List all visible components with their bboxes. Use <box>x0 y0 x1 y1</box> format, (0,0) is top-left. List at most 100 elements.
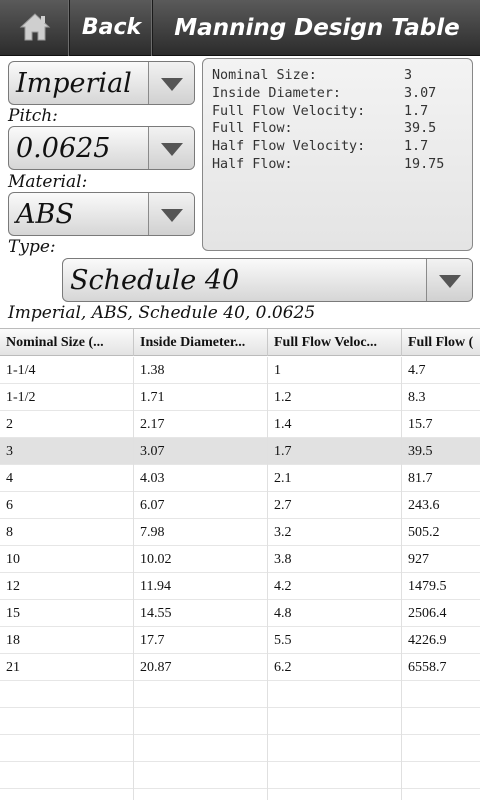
table-cell <box>134 681 268 708</box>
info-value: 3.07 <box>404 85 437 101</box>
info-row: Half Flow: 19.75 <box>212 156 463 174</box>
table-row[interactable]: 2 2.17 1.4 15.7 <box>0 411 480 438</box>
table-row[interactable]: 21 20.87 6.2 6558.7 <box>0 654 480 681</box>
table-cell <box>0 681 134 708</box>
table-cell: 4.7 <box>402 357 480 384</box>
table-cell: 505.2 <box>402 519 480 546</box>
table-cell: 1-1/2 <box>0 384 134 411</box>
table-cell: 12 <box>0 573 134 600</box>
table-cell: 1.2 <box>268 384 402 411</box>
table-cell: 17.7 <box>134 627 268 654</box>
table-row[interactable]: 3 3.07 1.7 39.5 <box>0 438 480 465</box>
type-label: Type: <box>8 237 56 257</box>
info-key: Half Flow Velocity: <box>212 139 366 155</box>
table-cell <box>402 735 480 762</box>
table-cell <box>134 735 268 762</box>
table-cell <box>0 762 134 789</box>
info-row: Full Flow Velocity: 1.7 <box>212 103 463 121</box>
table-cell: 5.5 <box>268 627 402 654</box>
table-cell: 2.7 <box>268 492 402 519</box>
table-cell: 6 <box>0 492 134 519</box>
info-row: Inside Diameter: 3.07 <box>212 85 463 103</box>
home-button[interactable] <box>0 0 70 56</box>
table-cell: 11.94 <box>134 573 268 600</box>
selection-summary: Imperial, ABS, Schedule 40, 0.0625 <box>8 303 316 323</box>
info-value: 1.7 <box>404 139 429 155</box>
table-cell: 2.17 <box>134 411 268 438</box>
pitch-value: 0.0625 <box>16 133 111 164</box>
info-value: 19.75 <box>404 156 445 172</box>
dropdown-arrow-icon <box>148 62 194 104</box>
table-row[interactable]: 6 6.07 2.7 243.6 <box>0 492 480 519</box>
data-table[interactable]: Nominal Size (... Inside Diameter... Ful… <box>0 328 480 800</box>
details-panel: Nominal Size: 3 Inside Diameter: 3.07 Full… <box>202 58 473 251</box>
table-cell: 4.8 <box>268 600 402 627</box>
table-cell: 2506.4 <box>402 600 480 627</box>
table-cell: 39.5 <box>402 438 480 465</box>
table-cell: 3.8 <box>268 546 402 573</box>
column-header[interactable]: Inside Diameter... <box>134 329 268 356</box>
pitch-label: Pitch: <box>8 106 58 126</box>
table-cell <box>402 708 480 735</box>
empty-row <box>0 789 480 800</box>
table-cell: 927 <box>402 546 480 573</box>
table-cell <box>402 681 480 708</box>
info-key: Inside Diameter: <box>212 85 341 101</box>
info-value: 1.7 <box>404 103 429 119</box>
page-title: Manning Design Table <box>174 15 460 41</box>
table-cell: 1-1/4 <box>0 357 134 384</box>
dropdown-arrow-icon <box>426 259 472 301</box>
dropdown-arrow-icon <box>148 193 194 235</box>
pitch-spinner[interactable]: 0.0625 <box>8 126 195 170</box>
table-cell: 20.87 <box>134 654 268 681</box>
table-row[interactable]: 10 10.02 3.8 927 <box>0 546 480 573</box>
table-row[interactable]: 18 17.7 5.5 4226.9 <box>0 627 480 654</box>
empty-row <box>0 735 480 762</box>
column-header[interactable]: Full Flow ( <box>402 329 480 356</box>
table-cell <box>134 789 268 800</box>
table-cell: 10 <box>0 546 134 573</box>
table-cell: 4 <box>0 465 134 492</box>
material-label: Material: <box>8 172 88 192</box>
column-header[interactable]: Nominal Size (... <box>0 329 134 356</box>
table-cell: 3.2 <box>268 519 402 546</box>
material-spinner[interactable]: ABS <box>8 192 195 236</box>
info-row: Nominal Size: 3 <box>212 67 463 85</box>
table-cell <box>268 708 402 735</box>
table-row[interactable]: 12 11.94 4.2 1479.5 <box>0 573 480 600</box>
info-key: Half Flow: <box>212 156 293 172</box>
table-cell: 2.1 <box>268 465 402 492</box>
table-cell: 6.2 <box>268 654 402 681</box>
table-cell <box>268 735 402 762</box>
table-cell: 1.71 <box>134 384 268 411</box>
table-cell: 10.02 <box>134 546 268 573</box>
type-value: Schedule 40 <box>70 265 240 296</box>
back-button[interactable]: Back <box>71 0 153 56</box>
table-row[interactable]: 4 4.03 2.1 81.7 <box>0 465 480 492</box>
type-spinner[interactable]: Schedule 40 <box>62 258 473 302</box>
units-spinner[interactable]: Imperial <box>8 61 195 105</box>
table-cell <box>402 789 480 800</box>
table-cell: 15 <box>0 600 134 627</box>
table-row[interactable]: 15 14.55 4.8 2506.4 <box>0 600 480 627</box>
table-cell: 1.38 <box>134 357 268 384</box>
table-cell <box>402 762 480 789</box>
material-value: ABS <box>16 199 74 230</box>
table-cell: 4.03 <box>134 465 268 492</box>
table-row[interactable]: 1-1/2 1.71 1.2 8.3 <box>0 384 480 411</box>
table-cell: 3 <box>0 438 134 465</box>
table-cell <box>134 762 268 789</box>
empty-row <box>0 762 480 789</box>
column-header[interactable]: Full Flow Veloc... <box>268 329 402 356</box>
units-value: Imperial <box>16 68 132 99</box>
table-row[interactable]: 1-1/4 1.38 1 4.7 <box>0 357 480 384</box>
table-cell: 2 <box>0 411 134 438</box>
info-key: Full Flow Velocity: <box>212 103 366 119</box>
info-row: Full Flow: 39.5 <box>212 120 463 138</box>
table-cell <box>268 681 402 708</box>
top-bar: Back Manning Design Table <box>0 0 480 56</box>
info-key: Nominal Size: <box>212 68 317 83</box>
table-cell: 8.3 <box>402 384 480 411</box>
table-cell: 7.98 <box>134 519 268 546</box>
table-row[interactable]: 8 7.98 3.2 505.2 <box>0 519 480 546</box>
